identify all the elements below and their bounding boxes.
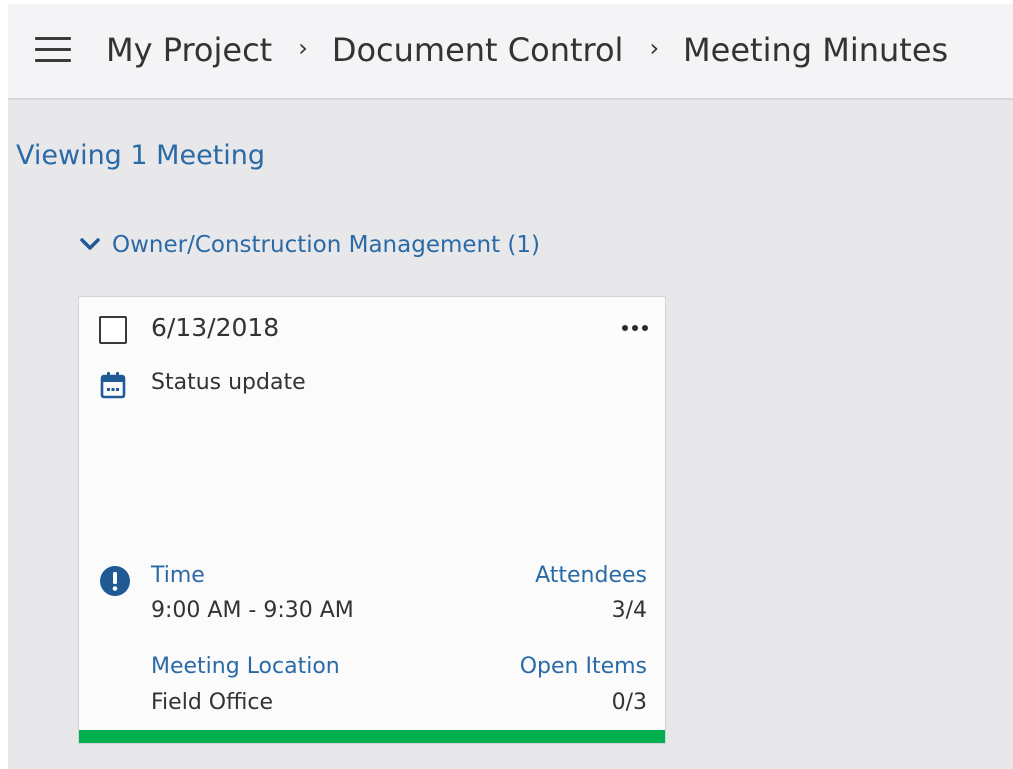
open-items-label: Open Items	[519, 654, 647, 679]
chevron-down-icon	[80, 238, 100, 250]
group-header-toggle[interactable]: Owner/Construction Management (1)	[80, 232, 540, 258]
menu-icon[interactable]	[35, 37, 71, 63]
alert-circle-icon	[100, 566, 130, 596]
open-items-value: 0/3	[611, 690, 647, 715]
calendar-icon	[100, 372, 126, 399]
attendees-value: 3/4	[611, 598, 647, 623]
select-checkbox[interactable]	[99, 316, 127, 344]
breadcrumb-separator: ›	[298, 34, 308, 62]
location-label: Meeting Location	[151, 654, 340, 679]
group-label: Owner/Construction Management (1)	[112, 232, 541, 258]
status-bar	[79, 730, 665, 743]
time-value: 9:00 AM - 9:30 AM	[151, 598, 354, 623]
breadcrumb-item-meeting-minutes: Meeting Minutes	[683, 31, 949, 69]
more-horizontal-icon[interactable]	[615, 313, 655, 343]
top-header: My Project › Document Control › Meeting …	[8, 4, 1013, 100]
meeting-date: 6/13/2018	[151, 313, 280, 342]
time-label: Time	[151, 563, 205, 588]
viewing-count-text: Viewing 1 Meeting	[16, 140, 266, 171]
meeting-card[interactable]: 6/13/2018 Status update Time 9:00 AM - 9…	[78, 296, 666, 744]
window-frame-left	[0, 0, 8, 769]
breadcrumb-item-project[interactable]: My Project	[106, 31, 272, 69]
location-value: Field Office	[151, 690, 273, 715]
breadcrumb-item-document-control[interactable]: Document Control	[332, 31, 624, 69]
meeting-subject: Status update	[151, 370, 306, 395]
attendees-label: Attendees	[535, 563, 647, 588]
breadcrumb: My Project › Document Control › Meeting …	[106, 24, 948, 76]
breadcrumb-separator: ›	[649, 34, 660, 62]
